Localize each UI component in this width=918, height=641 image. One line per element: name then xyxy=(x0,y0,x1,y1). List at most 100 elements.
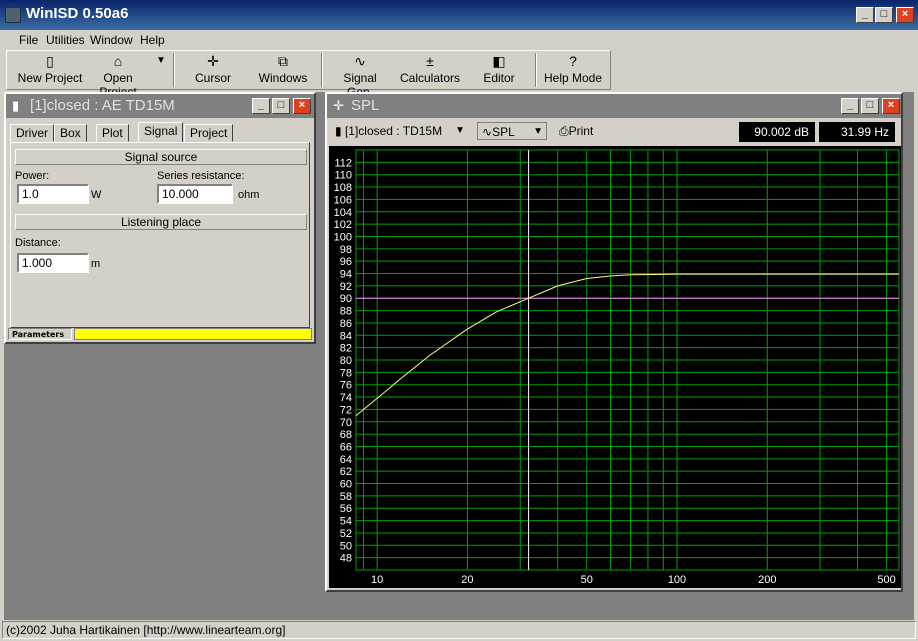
y-tick-label: 60 xyxy=(340,479,352,491)
y-tick-label: 82 xyxy=(340,343,352,355)
windows-icon: ⧉ xyxy=(278,53,288,69)
menu-window[interactable]: Window xyxy=(90,33,133,47)
tab-project[interactable]: Project xyxy=(184,124,234,142)
help-mode-button[interactable]: ? Help Mode xyxy=(541,51,605,89)
project-close-button[interactable]: × xyxy=(293,98,311,114)
project-window: ▮ [1]closed : AE TD15M _ □ × Driver Box … xyxy=(4,92,316,344)
maximize-button[interactable]: □ xyxy=(875,7,893,23)
spl-chart[interactable]: 48 50 52 54 56 58 60 62 64 66 68 70 72 74 76 78 80 82 84 86… xyxy=(329,146,901,588)
x-tick-label: 200 xyxy=(758,574,776,586)
tab-plot[interactable]: Plot xyxy=(96,124,129,142)
y-tick-label: 74 xyxy=(340,392,352,404)
calculator-icon: ± xyxy=(426,53,434,69)
y-tick-label: 52 xyxy=(340,528,352,540)
menu-help[interactable]: Help xyxy=(140,33,165,47)
y-tick-label: 100 xyxy=(334,231,352,243)
power-input[interactable]: 1.0 xyxy=(17,184,89,204)
cursor-icon: ✛ xyxy=(207,53,219,69)
project-tabs: Driver Box Plot Signal Project xyxy=(10,122,310,143)
tab-driver[interactable]: Driver xyxy=(10,124,54,142)
project-window-title: [1]closed : AE TD15M xyxy=(30,97,175,114)
tab-box[interactable]: Box xyxy=(54,124,87,142)
power-label: Power: xyxy=(15,170,50,182)
y-tick-label: 94 xyxy=(340,269,352,281)
dropdown-arrow-icon: ▼ xyxy=(533,126,543,137)
y-tick-label: 50 xyxy=(340,540,352,552)
y-tick-label: 66 xyxy=(340,441,352,453)
y-tick-label: 110 xyxy=(334,170,352,182)
parameters-label: Parameters xyxy=(8,328,72,340)
open-project-button[interactable]: ⌂ Open Project xyxy=(85,51,151,99)
signal-gen-button[interactable]: ∿ Signal Gen. xyxy=(329,51,391,99)
power-unit: W xyxy=(91,189,102,201)
y-tick-label: 56 xyxy=(340,503,352,515)
spl-toolbar: ▮ [1]closed : TD15M ▼ ∿SPL ▼ ⎙Print 90.0… xyxy=(331,120,899,142)
project-status-bar: Parameters xyxy=(8,328,312,340)
close-button[interactable]: × xyxy=(896,7,914,23)
main-title-bar: WinISD 0.50a6 _ □ × xyxy=(0,0,918,30)
resistance-unit: ohm xyxy=(238,189,260,201)
hz-readout: 31.99 Hz xyxy=(819,122,895,142)
spl-chart-svg: 4850525456586062646668707274767880828486… xyxy=(334,149,900,586)
minimize-button[interactable]: _ xyxy=(856,7,874,23)
signal-source-header: Signal source xyxy=(15,149,307,165)
project-select[interactable]: ▮ [1]closed : TD15M ▼ xyxy=(335,122,469,140)
y-tick-label: 72 xyxy=(340,404,352,416)
spl-maximize-button[interactable]: □ xyxy=(861,98,879,114)
y-tick-label: 70 xyxy=(340,417,352,429)
open-project-dropdown[interactable]: ▼ xyxy=(153,51,169,89)
y-tick-label: 108 xyxy=(334,182,352,194)
y-tick-label: 92 xyxy=(340,281,352,293)
editor-icon: ◧ xyxy=(492,53,506,69)
help-question-icon: ? xyxy=(569,53,577,69)
windows-button[interactable]: ⧉ Windows xyxy=(251,51,315,89)
dropdown-arrow-icon: ▼ xyxy=(455,125,465,136)
listening-place-header: Listening place xyxy=(15,214,307,230)
graph-select[interactable]: ∿SPL ▼ xyxy=(477,122,547,140)
tab-signal[interactable]: Signal xyxy=(138,122,184,143)
toolbar-separator xyxy=(173,53,175,87)
new-project-button[interactable]: ▯ New Project xyxy=(17,51,83,89)
y-tick-label: 68 xyxy=(340,429,352,441)
distance-input[interactable]: 1.000 xyxy=(17,253,89,273)
editor-button[interactable]: ◧ Editor xyxy=(469,51,529,89)
y-tick-label: 58 xyxy=(340,491,352,503)
y-tick-label: 78 xyxy=(340,367,352,379)
calculators-button[interactable]: ± Calculators xyxy=(397,51,463,89)
printer-icon: ⎙ xyxy=(559,124,569,138)
spl-minimize-button[interactable]: _ xyxy=(841,98,859,114)
spl-close-button[interactable]: × xyxy=(882,98,900,114)
print-button[interactable]: ⎙Print xyxy=(559,122,603,140)
cursor-button[interactable]: ✛ Cursor xyxy=(183,51,243,89)
parameters-progress xyxy=(74,328,312,340)
y-tick-label: 104 xyxy=(334,207,352,219)
spl-window: ✛ SPL _ □ × ▮ [1]closed : TD15M ▼ ∿SPL ▼… xyxy=(325,92,903,592)
y-tick-label: 106 xyxy=(334,194,352,206)
speaker-icon: ▮ xyxy=(335,124,345,138)
x-tick-label: 500 xyxy=(877,574,895,586)
y-tick-label: 84 xyxy=(340,330,352,342)
y-tick-label: 102 xyxy=(334,219,352,231)
spl-window-title-bar: ✛ SPL _ □ × xyxy=(327,94,901,118)
distance-unit: m xyxy=(91,258,101,270)
project-minimize-button[interactable]: _ xyxy=(252,98,270,114)
y-tick-label: 48 xyxy=(340,553,352,565)
x-tick-label: 100 xyxy=(668,574,686,586)
sine-wave-icon: ∿ xyxy=(354,53,366,69)
resistance-input[interactable]: 10.000 xyxy=(157,184,233,204)
y-tick-label: 90 xyxy=(340,293,352,305)
y-tick-label: 98 xyxy=(340,244,352,256)
speaker-icon: ▮ xyxy=(12,98,20,113)
sine-wave-icon: ∿ xyxy=(482,125,493,139)
toolbar-separator xyxy=(321,53,323,87)
project-maximize-button[interactable]: □ xyxy=(272,98,290,114)
dropdown-arrow-icon: ▼ xyxy=(156,55,166,66)
y-tick-label: 96 xyxy=(340,256,352,268)
db-readout: 90.002 dB xyxy=(739,122,815,142)
x-tick-label: 10 xyxy=(371,574,383,586)
menu-file[interactable]: File xyxy=(19,33,38,47)
status-bar: (c)2002 Juha Hartikainen [http://www.lin… xyxy=(2,621,916,639)
menu-utilities[interactable]: Utilities xyxy=(46,33,85,47)
new-project-icon: ▯ xyxy=(46,53,54,69)
x-tick-label: 50 xyxy=(581,574,593,586)
